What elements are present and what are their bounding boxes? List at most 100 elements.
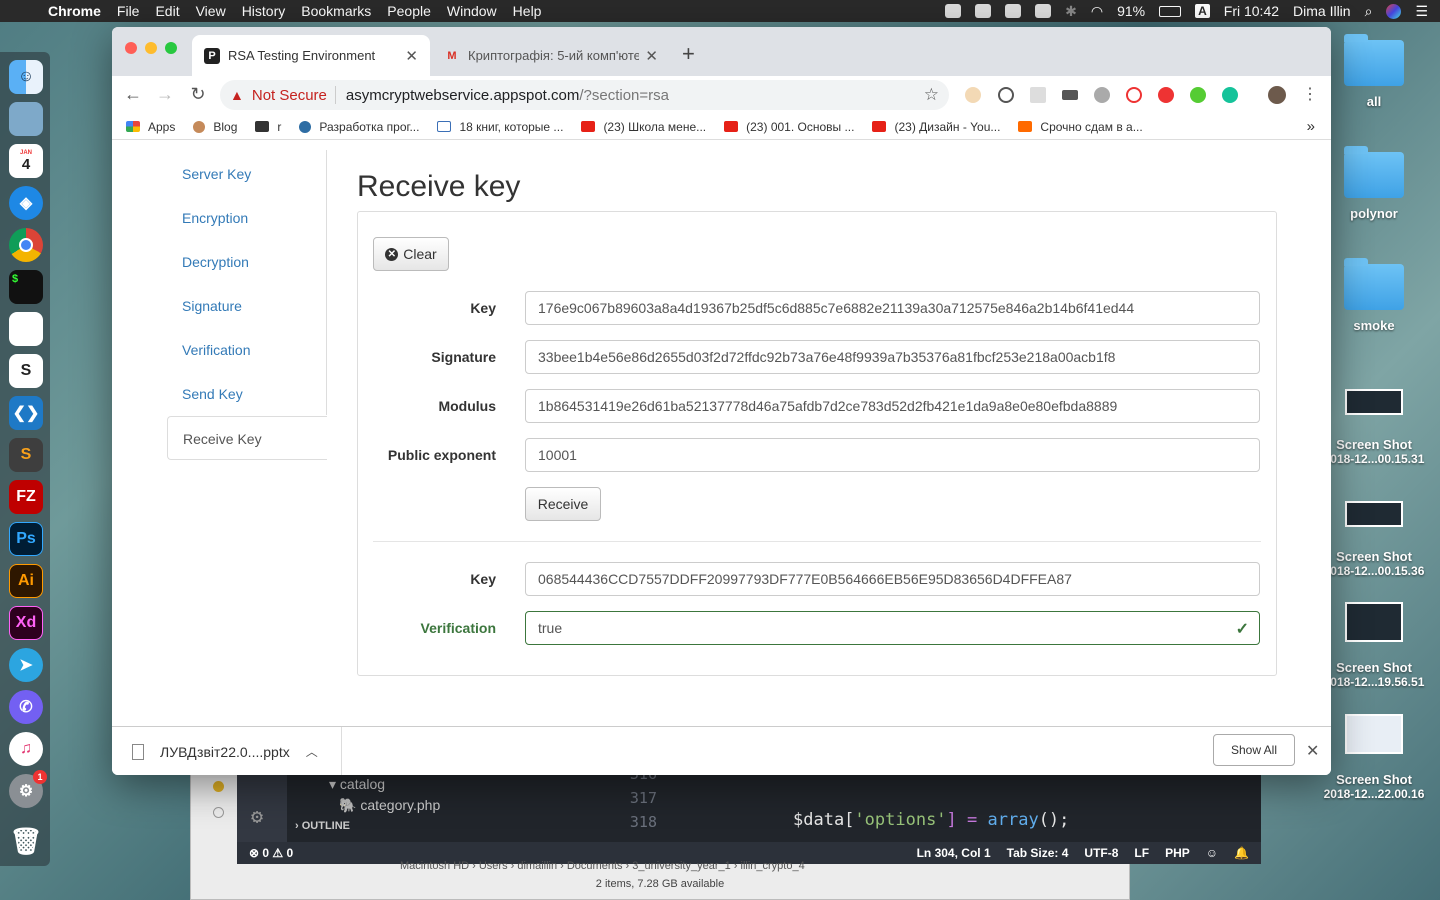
- xd-icon[interactable]: Xd: [9, 606, 43, 640]
- bluetooth-icon[interactable]: ✱: [1065, 3, 1077, 20]
- clock[interactable]: Fri 10:42: [1224, 3, 1279, 19]
- viber-icon[interactable]: ✆: [9, 690, 43, 724]
- bookmark-blog[interactable]: Blog: [193, 120, 237, 134]
- video-extension-icon[interactable]: [1062, 90, 1078, 100]
- adblock-extension-icon[interactable]: [1158, 87, 1174, 103]
- menu-bookmarks[interactable]: Bookmarks: [301, 3, 371, 19]
- bookmark-dev[interactable]: Разработка прог...: [299, 120, 419, 134]
- chevron-up-icon[interactable]: ︿: [306, 743, 318, 760]
- java-extension-icon[interactable]: [965, 87, 981, 103]
- nav-send-key[interactable]: Send Key: [167, 372, 327, 416]
- security-indicator[interactable]: Not Secure: [252, 87, 327, 104]
- illustrator-icon[interactable]: Ai: [9, 564, 43, 598]
- filezilla-icon[interactable]: FZ: [9, 480, 43, 514]
- slack-icon[interactable]: S: [9, 354, 43, 388]
- desktop-folder-all[interactable]: all: [1316, 34, 1432, 109]
- nav-receive-key[interactable]: Receive Key: [167, 416, 327, 460]
- chrome-icon[interactable]: [9, 228, 43, 262]
- bookmark-youtube-2[interactable]: (23) 001. Основы ...: [724, 120, 854, 134]
- close-tab-icon[interactable]: ✕: [405, 47, 418, 65]
- clear-button[interactable]: ✕ Clear: [373, 237, 449, 271]
- download-extension-icon[interactable]: [1190, 87, 1206, 103]
- zoom-window-button[interactable]: [165, 42, 177, 54]
- bookmark-books[interactable]: 18 книг, которые ...: [437, 120, 563, 134]
- menu-file[interactable]: File: [117, 3, 140, 19]
- cursor-position[interactable]: Ln 304, Col 1: [917, 846, 991, 860]
- encoding[interactable]: UTF-8: [1084, 846, 1118, 860]
- bookmark-youtube-3[interactable]: (23) Дизайн - You...: [872, 120, 1000, 134]
- verification-output[interactable]: true ✓: [525, 611, 1260, 645]
- close-download-bar-icon[interactable]: ✕: [1306, 741, 1319, 761]
- cloud-icon[interactable]: [1005, 4, 1022, 18]
- bookmark-apps[interactable]: Apps: [126, 120, 175, 134]
- language-mode[interactable]: PHP: [1165, 846, 1190, 860]
- grammarly-extension-icon[interactable]: [1222, 87, 1238, 103]
- menu-view[interactable]: View: [196, 3, 226, 19]
- wifi-icon[interactable]: ◠: [1091, 3, 1103, 20]
- terminal-icon[interactable]: $: [9, 270, 43, 304]
- airplay-icon[interactable]: [1035, 4, 1052, 18]
- trash-icon[interactable]: 🗑: [9, 824, 43, 858]
- bookmark-youtube-1[interactable]: (23) Школа мене...: [581, 120, 706, 134]
- minimize-window-button[interactable]: [145, 42, 157, 54]
- spotlight-icon[interactable]: ⌕: [1365, 3, 1373, 20]
- feedback-icon[interactable]: ☺: [1206, 846, 1218, 860]
- problems-count[interactable]: ⊗ 0 ⚠ 0: [249, 846, 293, 860]
- menu-history[interactable]: History: [242, 3, 286, 19]
- close-tab-icon[interactable]: ✕: [645, 47, 658, 65]
- signature-input[interactable]: 33bee1b4e56e86d2655d03f2d72ffdc92b73a76e…: [525, 340, 1260, 374]
- new-tab-button[interactable]: +: [682, 41, 695, 67]
- reminders-icon[interactable]: [9, 312, 43, 346]
- desktop-screenshot[interactable]: Screen Shot 2018-12...00.15.31: [1316, 385, 1432, 466]
- user-name[interactable]: Dima Illin: [1293, 3, 1351, 19]
- nav-signature[interactable]: Signature: [167, 284, 327, 328]
- outline-section[interactable]: › OUTLINE: [289, 816, 599, 837]
- tab-rsa[interactable]: P RSA Testing Environment ✕: [192, 35, 430, 76]
- notification-center-icon[interactable]: ☰: [1415, 3, 1428, 20]
- bell-icon[interactable]: 🔔: [1234, 846, 1249, 860]
- tree-file-category[interactable]: 🐘 category.php: [289, 795, 599, 816]
- tab-size[interactable]: Tab Size: 4: [1007, 846, 1069, 860]
- public-exponent-input[interactable]: 10001: [525, 438, 1260, 472]
- battery-percent[interactable]: 91%: [1117, 3, 1145, 19]
- show-all-button[interactable]: Show All: [1213, 734, 1295, 766]
- grid-extension-icon[interactable]: [1030, 87, 1046, 103]
- creative-cloud-icon[interactable]: [945, 4, 962, 18]
- download-item[interactable]: ЛУВДзвіт22.0....pptx ︿: [132, 727, 342, 775]
- profile-avatar[interactable]: [1268, 86, 1286, 104]
- itunes-icon[interactable]: ♫: [9, 732, 43, 766]
- desktop-screenshot[interactable]: Screen Shot 2018-12...00.15.36: [1316, 497, 1432, 578]
- tab-gmail[interactable]: M Криптографія: 5-ий комп'юте ✕: [432, 35, 670, 76]
- bookmarks-overflow-button[interactable]: »: [1307, 118, 1315, 135]
- reload-button[interactable]: ↻: [187, 84, 209, 105]
- input-source[interactable]: A: [1195, 4, 1210, 18]
- nav-server-key[interactable]: Server Key: [167, 152, 327, 196]
- tree-folder-catalog[interactable]: ▾ catalog: [289, 774, 599, 795]
- screen-share-icon[interactable]: [975, 4, 992, 18]
- bookmark-olx[interactable]: Срочно сдам в а...: [1018, 120, 1143, 134]
- preview-icon[interactable]: [9, 102, 43, 136]
- sublime-icon[interactable]: S: [9, 438, 43, 472]
- nav-verification[interactable]: Verification: [167, 328, 327, 372]
- menu-app-name[interactable]: Chrome: [48, 3, 101, 19]
- telegram-icon[interactable]: ➤: [9, 648, 43, 682]
- nav-encryption[interactable]: Encryption: [167, 196, 327, 240]
- close-window-button[interactable]: [125, 42, 137, 54]
- pocket-extension-icon[interactable]: [1126, 87, 1142, 103]
- browser-menu-icon[interactable]: ⋮: [1302, 84, 1318, 104]
- calendar-icon[interactable]: JAN 4: [9, 144, 43, 178]
- back-button[interactable]: ←: [122, 84, 144, 105]
- nav-decryption[interactable]: Decryption: [167, 240, 327, 284]
- address-bar[interactable]: ▲ Not Secure asymcryptwebservice.appspot…: [220, 80, 949, 110]
- gear-icon[interactable]: ⚙: [251, 804, 263, 828]
- battery-icon[interactable]: [1159, 5, 1182, 17]
- code-extension-icon[interactable]: [998, 87, 1014, 103]
- line-ending[interactable]: LF: [1134, 846, 1149, 860]
- system-preferences-icon[interactable]: ⚙ 1: [9, 770, 47, 808]
- receive-button[interactable]: Receive: [525, 487, 601, 521]
- desktop-folder-smoke[interactable]: smoke: [1316, 258, 1432, 333]
- bookmark-r[interactable]: r: [255, 120, 281, 134]
- menu-edit[interactable]: Edit: [155, 3, 179, 19]
- menu-help[interactable]: Help: [513, 3, 542, 19]
- forward-button[interactable]: →: [154, 84, 176, 105]
